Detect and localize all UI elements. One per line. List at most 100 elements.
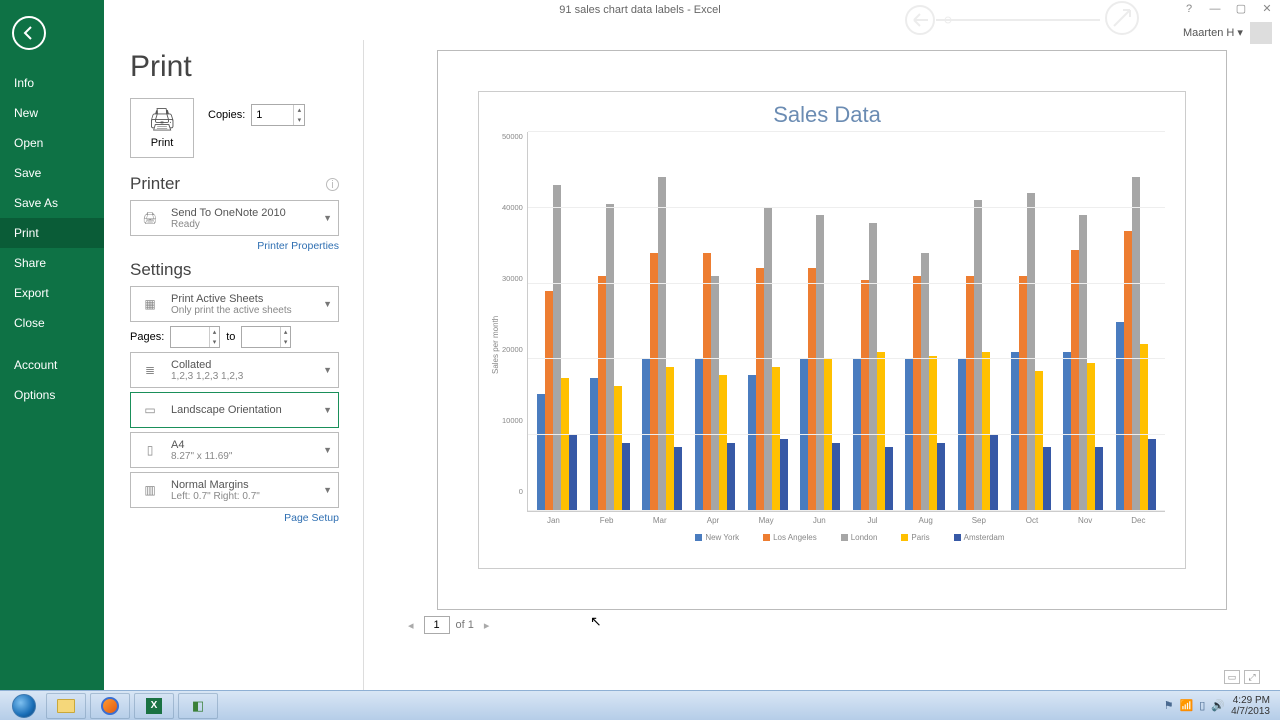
bar-group: [1058, 132, 1109, 511]
back-arrow-icon: [21, 25, 37, 41]
y-axis-label: Sales per month: [489, 132, 502, 558]
firefox-icon: [101, 697, 119, 715]
titlebar: 91 sales chart data labels - Excel ? — ▢…: [0, 0, 1280, 20]
spin-down-icon[interactable]: ▾: [294, 115, 304, 125]
orientation-select[interactable]: ▭ Landscape Orientation ▼: [130, 392, 339, 428]
chart-frame: Sales Data Sales per month 5000040000300…: [478, 91, 1186, 569]
copies-input[interactable]: [252, 105, 293, 125]
bar: [1043, 447, 1051, 511]
printer-info-icon[interactable]: i: [326, 178, 339, 191]
bar-group: [637, 132, 688, 511]
taskbar-explorer[interactable]: [46, 693, 86, 719]
sidebar-item-print[interactable]: Print: [0, 218, 104, 248]
sidebar-item-export[interactable]: Export: [0, 278, 104, 308]
zoom-icon[interactable]: ⤢: [1244, 670, 1260, 684]
back-button[interactable]: [12, 16, 46, 50]
pages-from-input[interactable]: ▴▾: [170, 326, 220, 348]
copies-spinner[interactable]: ▴▾: [251, 104, 305, 126]
fit-page-icon[interactable]: ▭: [1224, 670, 1240, 684]
bar-group: [532, 132, 583, 511]
pages-to-label: to: [226, 331, 235, 343]
print-what-select[interactable]: ▦ Print Active Sheets Only print the act…: [130, 286, 339, 322]
printer-select[interactable]: 🖨 Send To OneNote 2010 Ready ▼: [130, 200, 339, 236]
bar-group: [900, 132, 951, 511]
bar-group: [1005, 132, 1056, 511]
chart-title: Sales Data: [489, 102, 1165, 128]
sidebar-item-options[interactable]: Options: [0, 380, 104, 410]
bar: [1124, 231, 1132, 511]
taskbar-clock[interactable]: 4:29 PM 4/7/2013: [1231, 695, 1274, 717]
sidebar-item-account[interactable]: Account: [0, 350, 104, 380]
pages-label: Pages:: [130, 331, 164, 343]
bar: [598, 276, 606, 511]
bar: [958, 359, 966, 511]
bar: [1140, 344, 1148, 511]
minimize-icon[interactable]: —: [1202, 0, 1228, 18]
spin-up-icon[interactable]: ▴: [294, 105, 304, 115]
bar: [590, 378, 598, 511]
sidebar-item-saveas[interactable]: Save As: [0, 188, 104, 218]
tray-flag-icon[interactable]: ⚑: [1164, 699, 1174, 712]
page-title: Print: [130, 50, 339, 84]
bar: [545, 291, 553, 511]
sidebar-item-share[interactable]: Share: [0, 248, 104, 278]
bar: [756, 268, 764, 511]
tray-sound-icon[interactable]: 🔊: [1211, 699, 1225, 712]
sidebar-item-close[interactable]: Close: [0, 308, 104, 338]
page-icon: ▯: [137, 437, 163, 463]
collate-select[interactable]: ≣ Collated 1,2,3 1,2,3 1,2,3 ▼: [130, 352, 339, 388]
pages-to-input[interactable]: ▴▾: [241, 326, 291, 348]
current-page-input[interactable]: [424, 616, 450, 634]
bar: [966, 276, 974, 511]
bar: [1148, 439, 1156, 511]
tray-battery-icon[interactable]: ▯: [1199, 699, 1205, 712]
bar: [982, 352, 990, 511]
page-navigation: ◂ of 1 ▸: [404, 616, 1260, 634]
restore-icon[interactable]: ▢: [1228, 0, 1254, 18]
sidebar-item-save[interactable]: Save: [0, 158, 104, 188]
taskbar-firefox[interactable]: [90, 693, 130, 719]
sidebar-item-new[interactable]: New: [0, 98, 104, 128]
sidebar-item-info[interactable]: Info: [0, 68, 104, 98]
excel-icon: X: [146, 698, 162, 714]
bar: [622, 443, 630, 511]
chevron-down-icon: ▼: [323, 213, 332, 223]
printer-heading: Printer i: [130, 174, 339, 194]
print-button[interactable]: 🖨 Print: [130, 98, 194, 158]
chevron-down-icon: ▼: [323, 445, 332, 455]
next-page-button[interactable]: ▸: [480, 619, 494, 632]
print-preview-page: Sales Data Sales per month 5000040000300…: [437, 50, 1227, 610]
bar: [719, 375, 727, 511]
tray-network-icon[interactable]: 📶: [1180, 699, 1194, 712]
user-name: Maarten H: [1183, 27, 1234, 39]
backstage-sidebar: Info New Open Save Save As Print Share E…: [0, 0, 104, 690]
bar-group: [690, 132, 741, 511]
page-setup-link[interactable]: Page Setup: [284, 512, 339, 524]
sidebar-item-open[interactable]: Open: [0, 128, 104, 158]
taskbar-excel[interactable]: X: [134, 693, 174, 719]
app-icon: ◧: [192, 698, 204, 714]
printer-properties-link[interactable]: Printer Properties: [257, 240, 339, 252]
bar: [711, 276, 719, 511]
help-icon[interactable]: ?: [1176, 0, 1202, 18]
bar: [913, 276, 921, 511]
taskbar-app[interactable]: ◧: [178, 693, 218, 719]
taskbar: X ◧ ⚑ 📶 ▯ 🔊 4:29 PM 4/7/2013: [0, 690, 1280, 720]
bar-group: [795, 132, 846, 511]
bar: [1132, 177, 1140, 511]
bar: [1116, 322, 1124, 512]
bar: [674, 447, 682, 511]
prev-page-button[interactable]: ◂: [404, 619, 418, 632]
bar: [614, 386, 622, 511]
chart-legend: New YorkLos AngelesLondonParisAmsterdam: [527, 533, 1165, 542]
preview-pane: Sales Data Sales per month 5000040000300…: [364, 40, 1280, 690]
bar: [937, 443, 945, 511]
margins-select[interactable]: ▥ Normal Margins Left: 0.7" Right: 0.7" …: [130, 472, 339, 508]
bar: [869, 223, 877, 511]
y-axis-ticks: 50000400003000020000100000: [502, 132, 527, 512]
start-button[interactable]: [6, 693, 42, 719]
close-icon[interactable]: ✕: [1254, 0, 1280, 18]
bar: [816, 215, 824, 511]
bar: [1027, 193, 1035, 511]
paper-size-select[interactable]: ▯ A4 8.27" x 11.69" ▼: [130, 432, 339, 468]
